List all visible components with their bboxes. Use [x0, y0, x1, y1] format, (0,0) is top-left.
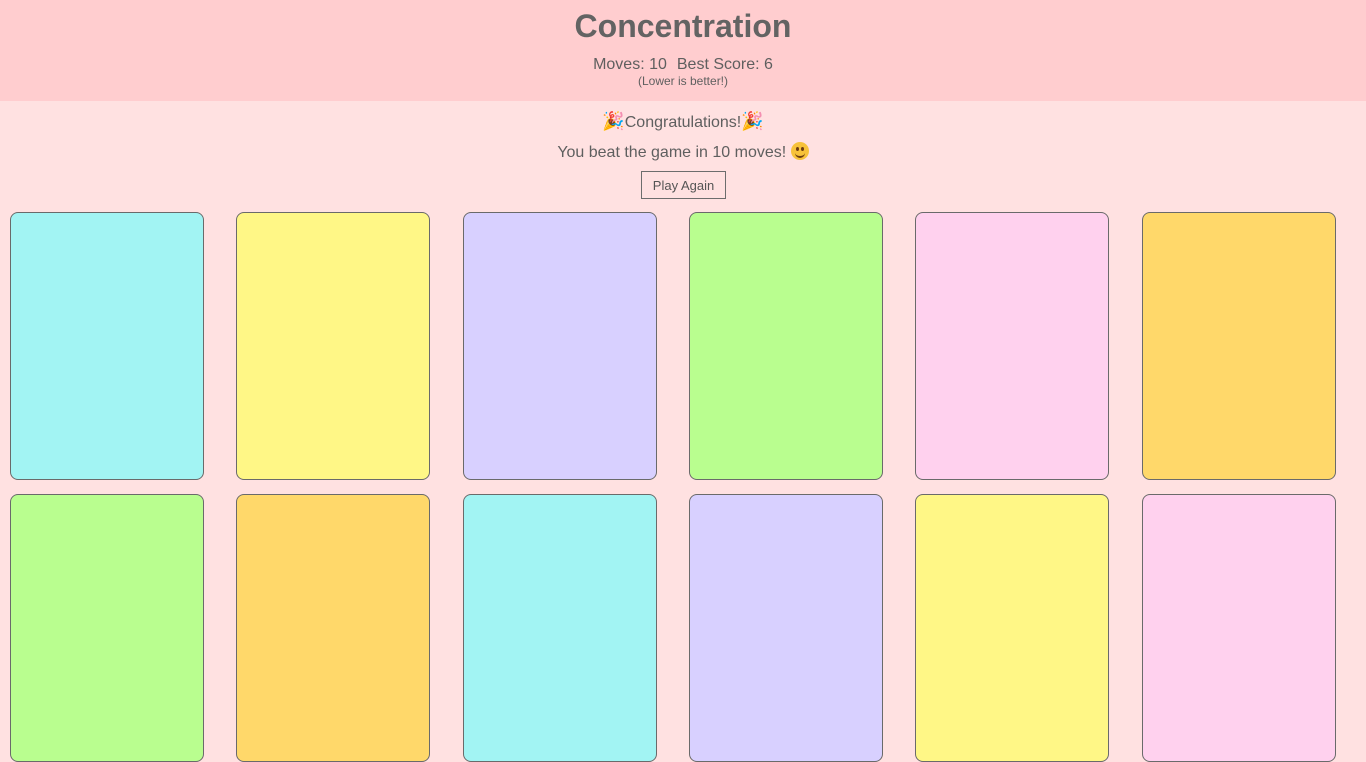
game-title: Concentration [574, 8, 792, 44]
smiling-face-icon [790, 142, 809, 160]
memory-card[interactable] [463, 212, 657, 480]
memory-card[interactable] [1142, 212, 1336, 480]
score-hint: (Lower is better!) [637, 74, 729, 88]
memory-card[interactable] [463, 494, 657, 762]
best-score: Best Score: 6 [676, 56, 773, 73]
memory-card[interactable] [236, 494, 430, 762]
game-header: Concentration Moves: 10 Best Score: 6 (Lo… [0, 0, 1366, 101]
party-popper-icon: 🎉 [741, 111, 764, 131]
memory-card[interactable] [915, 212, 1109, 480]
congrats-message: 🎉Congratulations!🎉 [0, 110, 1366, 134]
score-line: Moves: 10 Best Score: 6 [0, 55, 1366, 75]
moves-counter: Moves: 10 [593, 56, 667, 73]
memory-card[interactable] [1142, 494, 1336, 762]
memory-card[interactable] [689, 212, 883, 480]
result-text: You beat the game in 10 moves! [557, 144, 787, 161]
memory-card[interactable] [915, 494, 1109, 762]
congrats-text: Congratulations! [624, 114, 742, 131]
memory-card[interactable] [10, 494, 204, 762]
result-message: You beat the game in 10 moves! [0, 142, 1366, 164]
memory-card[interactable] [689, 494, 883, 762]
play-again-button[interactable]: Play Again [641, 171, 726, 199]
party-popper-icon: 🎉 [602, 111, 625, 131]
memory-card[interactable] [10, 212, 204, 480]
memory-card[interactable] [236, 212, 430, 480]
